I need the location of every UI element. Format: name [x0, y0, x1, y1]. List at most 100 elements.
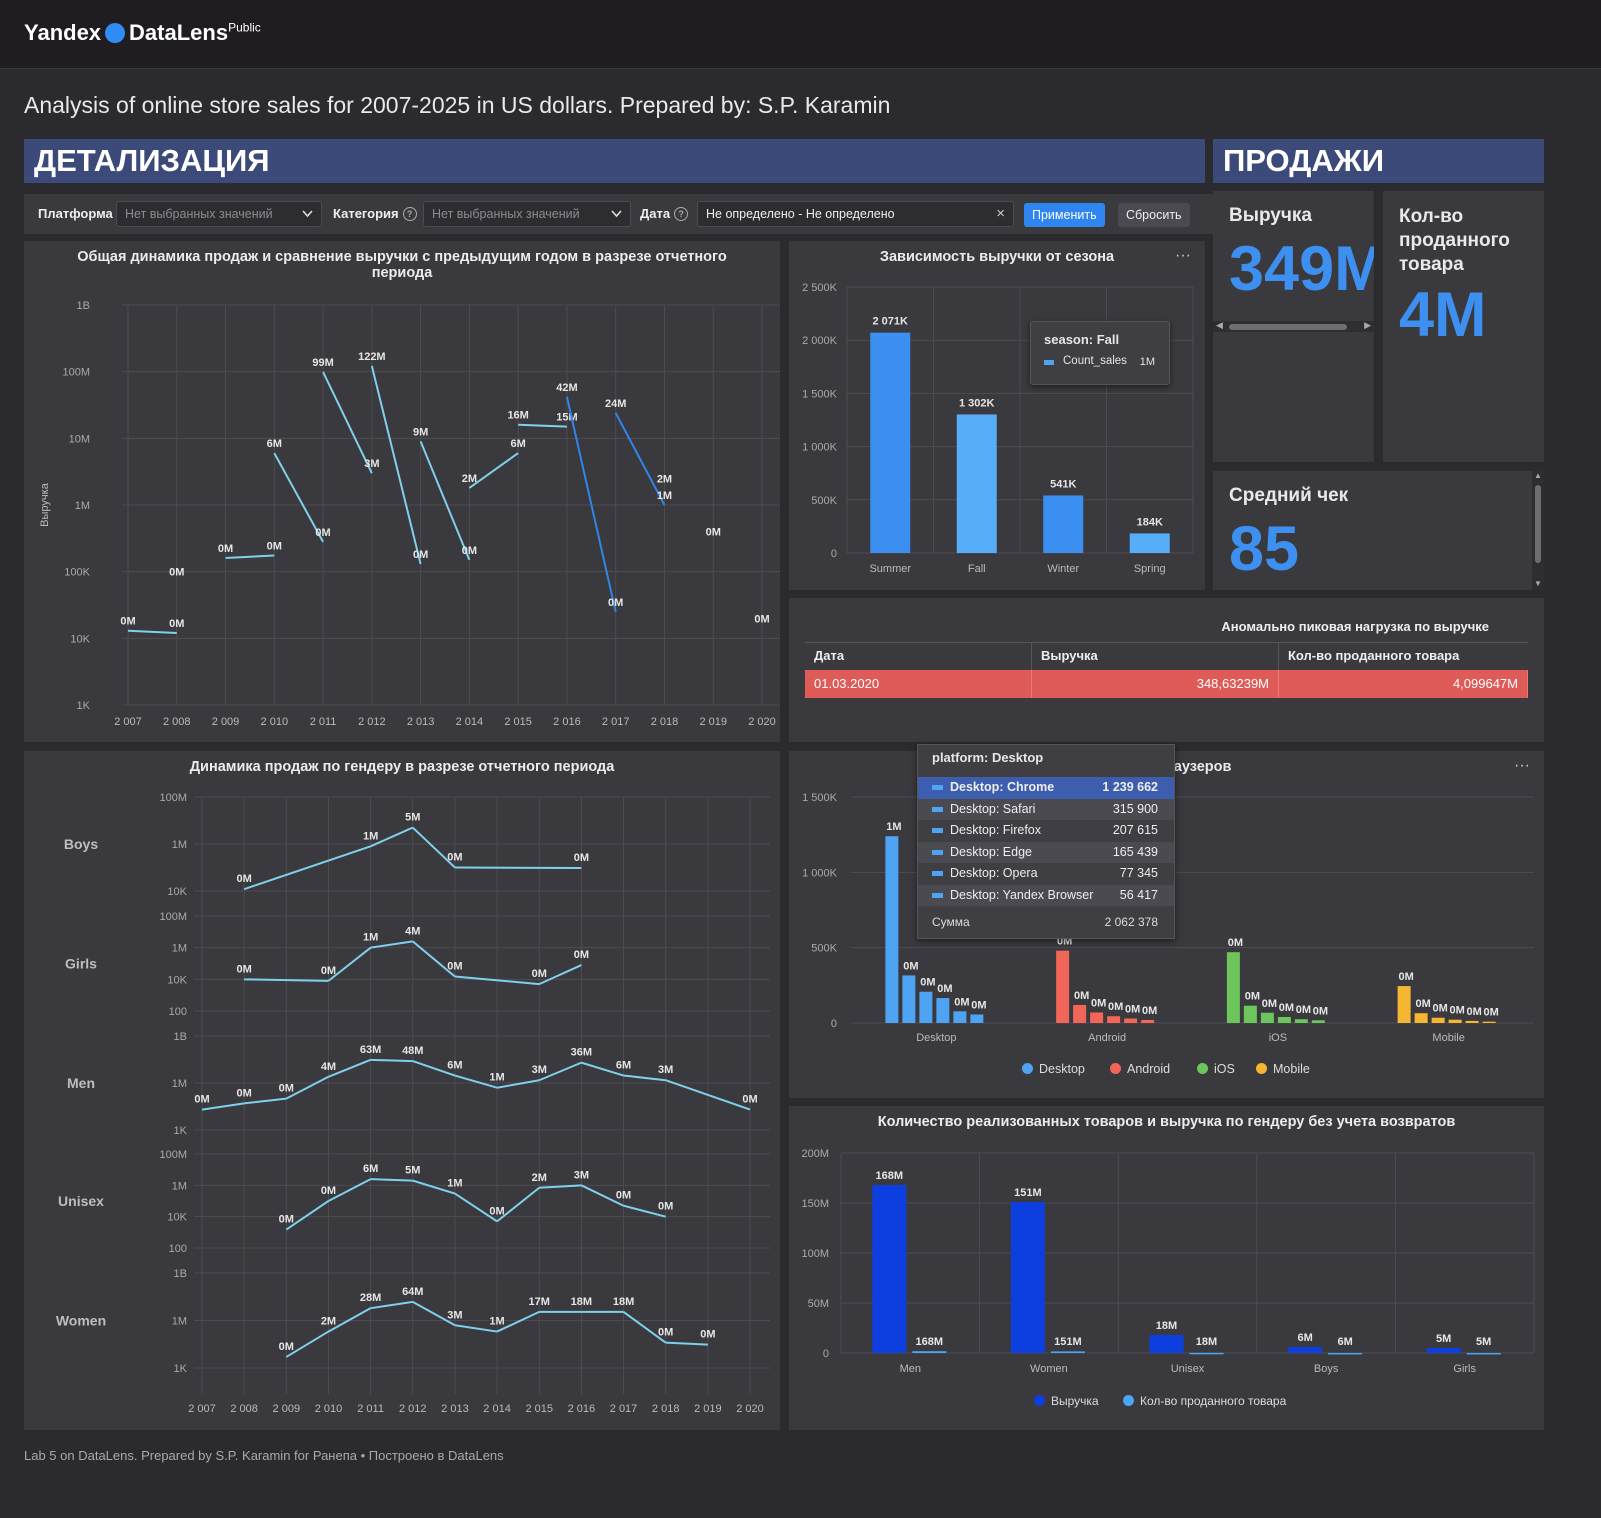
- bar: [1277, 1016, 1291, 1023]
- data-label: 6M: [511, 438, 526, 450]
- data-label: 99M: [312, 357, 333, 369]
- data-label: 151M: [1014, 1187, 1042, 1199]
- scrollbar-thumb[interactable]: [1229, 324, 1347, 330]
- data-label: 1M: [363, 932, 378, 944]
- y-tick-label: 100: [169, 1243, 187, 1255]
- bar: [1189, 1352, 1224, 1355]
- kpi-revenue-title: Выручка: [1229, 205, 1312, 226]
- data-label: 0M: [742, 1094, 757, 1106]
- y-tick-label: 100K: [64, 567, 90, 579]
- legend-revenue[interactable]: Выручка: [1034, 1394, 1099, 1408]
- datalens-logo[interactable]: Yandex DataLensPublic: [24, 20, 261, 46]
- legend-mobile[interactable]: Mobile: [1256, 1062, 1310, 1076]
- x-tick-label: 2 011: [310, 716, 337, 728]
- date-filter-label-text: Дата: [640, 206, 671, 221]
- data-label: 18M: [1196, 1336, 1217, 1348]
- data-label: 0M: [1296, 1004, 1311, 1016]
- scroll-up-icon[interactable]: ▲: [1534, 471, 1542, 480]
- platform-tooltip-title: platform: Desktop: [932, 750, 1044, 765]
- legend-qty-label: Кол-во проданного товара: [1140, 1394, 1287, 1408]
- data-label: 5M: [1476, 1336, 1491, 1348]
- y-tick-label: 1M: [172, 1316, 187, 1328]
- x-tick-label: Mobile: [1432, 1032, 1464, 1044]
- vertical-scrollbar[interactable]: ▲ ▼: [1532, 471, 1544, 590]
- x-tick-label: 2 012: [358, 716, 386, 728]
- help-icon[interactable]: ?: [674, 207, 689, 221]
- series-line: [665, 1341, 708, 1346]
- y-tick-label: 10K: [167, 886, 187, 898]
- table-header-date[interactable]: Дата: [805, 642, 1032, 670]
- section-sales-heading: ПРОДАЖИ: [1213, 139, 1544, 183]
- series-line: [225, 554, 275, 560]
- scroll-left-icon[interactable]: ◀: [1216, 320, 1223, 331]
- series-line: [518, 423, 567, 428]
- data-label: 3M: [447, 1309, 462, 1321]
- data-label: 1 302K: [959, 397, 995, 409]
- y-tick-label: 1K: [174, 1125, 188, 1137]
- data-label: 0M: [954, 996, 969, 1008]
- y-tick-label: 500K: [811, 495, 837, 507]
- data-label: 0M: [1142, 1005, 1157, 1017]
- scroll-right-icon[interactable]: ▶: [1364, 320, 1371, 331]
- data-label: 15M: [556, 412, 577, 424]
- legend-swatch: [1123, 1395, 1134, 1406]
- platform-select[interactable]: Нет выбранных значений: [116, 201, 322, 227]
- table-header-revenue[interactable]: Выручка: [1032, 642, 1279, 670]
- data-label: 0M: [279, 1341, 294, 1353]
- x-tick-label: 2 018: [651, 716, 679, 728]
- tooltip-row: Desktop: Opera 77 345: [918, 863, 1174, 885]
- y-tick-label: 1 500K: [802, 388, 838, 400]
- series-swatch: [932, 785, 943, 790]
- legend-qty[interactable]: Кол-во проданного товара: [1123, 1394, 1286, 1408]
- reset-button[interactable]: Сбросить: [1118, 203, 1190, 227]
- help-icon[interactable]: ?: [402, 207, 417, 221]
- apply-button[interactable]: Применить: [1024, 203, 1105, 227]
- season-tooltip: season: Fall Count_sales 1M: [1030, 321, 1170, 385]
- scroll-down-icon[interactable]: ▼: [1534, 579, 1542, 588]
- legend-desktop[interactable]: Desktop: [1022, 1062, 1085, 1076]
- data-label: 0M: [315, 527, 330, 539]
- platform-tooltip-sum-value: 2 062 378: [1104, 915, 1158, 929]
- series-swatch: [932, 849, 943, 855]
- y-tick-label: 100M: [801, 1248, 829, 1260]
- data-label: 24M: [605, 398, 626, 410]
- x-tick-label: 2 017: [602, 716, 630, 728]
- bar: [1288, 1347, 1323, 1353]
- bar: [1073, 1004, 1087, 1023]
- data-label: 0M: [413, 549, 428, 561]
- x-tick-label: 2 013: [441, 1403, 469, 1415]
- season-tooltip-title: season: Fall: [1044, 332, 1120, 347]
- y-tick-label: 10K: [167, 1212, 187, 1224]
- datalens-logo-icon: [105, 23, 126, 43]
- data-label: 1M: [489, 1072, 504, 1084]
- clear-icon[interactable]: ×: [996, 205, 1005, 222]
- platform-tooltip-sum-label: Сумма: [932, 915, 970, 929]
- data-label: 0M: [1398, 971, 1413, 983]
- y-tick-label: 0: [831, 548, 837, 560]
- date-range-input[interactable]: Не определено - Не определено ×: [697, 201, 1014, 227]
- bar: [1431, 1017, 1445, 1023]
- bar: [970, 1014, 984, 1023]
- legend-swatch: [1034, 1395, 1045, 1406]
- scrollbar-thumb[interactable]: [1535, 485, 1541, 563]
- x-tick-label: 2 020: [736, 1403, 764, 1415]
- series-swatch: [932, 871, 943, 876]
- data-label: 0M: [447, 852, 462, 864]
- tooltip-row-value: 315 900: [1112, 801, 1158, 816]
- y-tick-label: 200M: [801, 1148, 829, 1160]
- data-label: 168M: [916, 1336, 944, 1348]
- horizontal-scrollbar[interactable]: ◀ ▶: [1213, 320, 1374, 332]
- series-swatch: [932, 806, 943, 812]
- legend-ios[interactable]: iOS: [1197, 1062, 1235, 1076]
- bar: [1397, 986, 1411, 1023]
- gender-dynamics-panel: Динамика продаж по гендеру в разрезе отч…: [24, 751, 780, 1430]
- table-header-qty[interactable]: Кол-во проданного товара: [1279, 642, 1528, 670]
- legend-android[interactable]: Android: [1110, 1062, 1170, 1076]
- data-label: 0M: [1108, 1001, 1123, 1013]
- kpi-revenue-scroll[interactable]: Выручка 349M: [1213, 191, 1374, 321]
- x-tick-label: 2 020: [748, 716, 776, 728]
- bar: [1056, 950, 1070, 1023]
- x-tick-label: Winter: [1047, 563, 1079, 575]
- bar: [1050, 1351, 1085, 1353]
- category-select[interactable]: Нет выбранных значений: [423, 201, 631, 227]
